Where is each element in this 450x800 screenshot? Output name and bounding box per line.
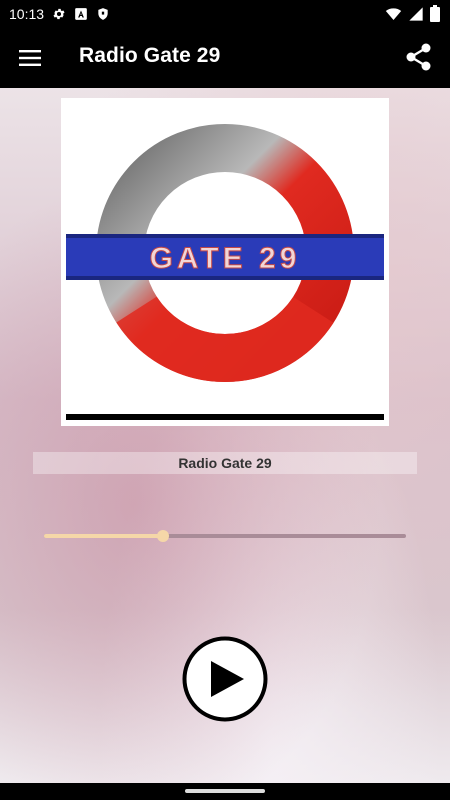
station-logo: GATE 29 <box>66 124 384 420</box>
page-title: Radio Gate 29 <box>79 44 221 67</box>
status-icons-left <box>52 7 110 21</box>
settings-icon <box>53 8 65 19</box>
logo-text: GATE 29 <box>150 242 301 275</box>
share-button[interactable] <box>404 42 434 72</box>
station-artwork: GATE 29 <box>61 98 389 426</box>
player-screen: GATE 29 Radio Gate 29 <box>0 88 450 783</box>
battery-icon <box>430 5 440 22</box>
play-button[interactable] <box>182 636 268 722</box>
share-icon <box>406 43 431 71</box>
play-icon <box>182 636 268 722</box>
home-handle[interactable] <box>185 789 265 793</box>
volume-slider[interactable] <box>44 529 406 543</box>
status-icons-right <box>385 5 440 22</box>
menu-icon <box>19 50 41 66</box>
slider-thumb[interactable] <box>157 530 170 542</box>
status-time: 10:13 <box>9 5 45 22</box>
menu-button[interactable] <box>18 46 42 70</box>
station-name: Radio Gate 29 <box>33 452 417 474</box>
signal-icon <box>409 6 423 21</box>
a-notification-icon <box>75 7 87 20</box>
wifi-icon <box>385 7 402 20</box>
status-bar: 10:13 <box>0 0 450 27</box>
shield-icon <box>98 7 108 20</box>
slider-fill <box>44 534 164 538</box>
app-bar: Radio Gate 29 <box>0 27 450 88</box>
